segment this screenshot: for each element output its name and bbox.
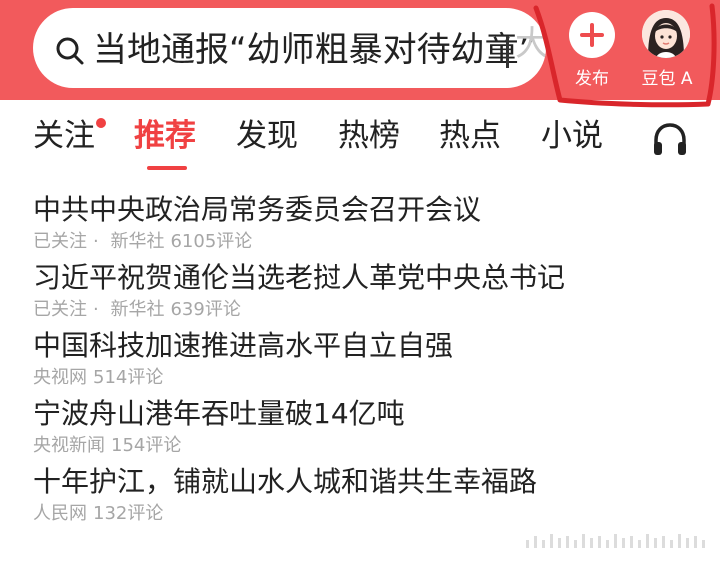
- search-overflow-text: 大: [515, 24, 546, 64]
- followed-badge: 已关注: [33, 231, 87, 252]
- news-source: 新华社: [110, 231, 165, 252]
- news-title[interactable]: 宁波舟山港年吞吐量破14亿吨: [33, 396, 405, 432]
- tab-hot-list[interactable]: 热榜: [338, 116, 400, 156]
- news-title[interactable]: 中国科技加速推进高水平自立自强: [33, 328, 453, 364]
- publish-label: 发布: [575, 69, 609, 89]
- comment-count: 132评论: [93, 503, 164, 524]
- plus-icon: [569, 12, 615, 58]
- comment-count: 154评论: [111, 435, 182, 456]
- notification-dot: [96, 118, 106, 128]
- news-item[interactable]: 十年护江，铺就山水人城和谐共生幸福路 人民网 132评论: [0, 464, 720, 532]
- news-source: 新华社: [110, 299, 165, 320]
- news-title[interactable]: 中共中央政治局常务委员会召开会议: [33, 192, 481, 228]
- news-source: 人民网: [33, 503, 87, 524]
- news-meta: 央视网 514评论: [33, 366, 169, 390]
- news-item[interactable]: 宁波舟山港年吞吐量破14亿吨 央视新闻 154评论: [0, 396, 720, 464]
- news-item[interactable]: 中国科技加速推进高水平自立自强 央视网 514评论: [0, 328, 720, 396]
- top-header: 当地通报“幼师粗暴对待幼童” 大 发布 豆包 A: [0, 0, 720, 100]
- avatar: [642, 10, 690, 58]
- tab-novels[interactable]: 小说: [541, 116, 603, 156]
- news-item[interactable]: 中共中央政治局常务委员会召开会议 已关注 · 新华社 6105评论: [0, 192, 720, 260]
- active-tab-indicator: [147, 166, 187, 170]
- search-icon: [56, 37, 84, 65]
- category-tabs: 关注 推荐 发现 热榜 热点 小说: [0, 108, 720, 178]
- news-meta: 已关注 · 新华社 6105评论: [33, 230, 258, 254]
- doubao-assistant-button[interactable]: 豆包 A: [634, 8, 700, 90]
- news-source: 央视新闻: [33, 435, 105, 456]
- news-meta: 人民网 132评论: [33, 502, 169, 526]
- comment-count: 514评论: [93, 367, 164, 388]
- news-meta: 央视新闻 154评论: [33, 434, 187, 458]
- followed-badge: 已关注: [33, 299, 87, 320]
- news-item[interactable]: 习近平祝贺通伦当选老挝人革党中央总书记 已关注 · 新华社 639评论: [0, 260, 720, 328]
- headphone-icon[interactable]: [650, 120, 690, 158]
- comment-count: 6105评论: [170, 231, 253, 252]
- tab-hot-topics[interactable]: 热点: [439, 116, 501, 156]
- text-caret: [506, 36, 509, 68]
- tab-recommended[interactable]: 推荐: [134, 116, 196, 156]
- comment-count: 639评论: [170, 299, 241, 320]
- watermark-graphic: [526, 534, 705, 548]
- news-meta: 已关注 · 新华社 639评论: [33, 298, 247, 322]
- doubao-label: 豆包 A: [641, 69, 693, 89]
- search-query: 当地通报“幼师粗暴对待幼童”: [93, 30, 537, 70]
- tab-discover[interactable]: 发现: [236, 116, 298, 156]
- tab-following[interactable]: 关注: [33, 116, 95, 156]
- meta-separator: ·: [93, 231, 99, 252]
- news-title[interactable]: 习近平祝贺通伦当选老挝人革党中央总书记: [33, 260, 565, 296]
- meta-separator: ·: [93, 299, 99, 320]
- news-title[interactable]: 十年护江，铺就山水人城和谐共生幸福路: [33, 464, 537, 500]
- search-bar[interactable]: 当地通报“幼师粗暴对待幼童” 大: [33, 8, 546, 88]
- news-source: 央视网: [33, 367, 87, 388]
- publish-button[interactable]: 发布: [566, 10, 618, 90]
